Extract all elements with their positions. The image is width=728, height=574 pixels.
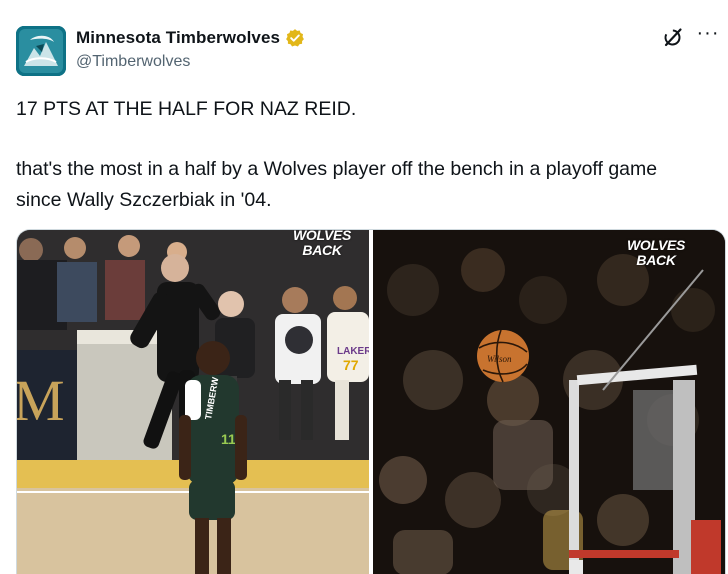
account-info: Minnesota Timberwolves @Timberwolves — [76, 28, 305, 71]
display-name[interactable]: Minnesota Timberwolves — [76, 28, 280, 48]
handle[interactable]: @Timberwolves — [76, 53, 305, 71]
name-row: Minnesota Timberwolves — [76, 28, 305, 48]
fan-jersey-text: LAKER — [337, 346, 369, 357]
watermark-right: WOLVES BACK — [627, 238, 685, 268]
tweet-body: 17 PTS AT THE HALF FOR NAZ REID. that's … — [16, 94, 706, 216]
photo-left-scene: M LAKER 77 TIMBERW 11 — [17, 230, 369, 574]
photo-left[interactable]: M LAKER 77 TIMBERW 11 WOLVES BACK — [17, 230, 369, 574]
tweet-line-2: that's the most in a half by a Wolves pl… — [16, 158, 658, 211]
fan-jersey-number: 77 — [343, 357, 359, 373]
photo-right-scene: Wilson — [373, 230, 725, 574]
tweet-card: Minnesota Timberwolves @Timberwolves ···… — [0, 0, 728, 574]
verified-badge-icon — [286, 29, 304, 47]
more-options-button[interactable]: ··· — [696, 23, 720, 46]
player-jersey-number: 11 — [221, 431, 236, 447]
watermark-left: WOLVES BACK — [293, 230, 351, 258]
timberwolves-logo-icon — [16, 26, 66, 76]
ball-brand-text: Wilson — [487, 354, 512, 364]
media-grid: M LAKER 77 TIMBERW 11 WOLVES BACK Wilson… — [16, 229, 726, 574]
grok-button[interactable] — [662, 26, 684, 48]
tweet-line-1: 17 PTS AT THE HALF FOR NAZ REID. — [16, 98, 357, 120]
watermark-right-line2: BACK — [636, 252, 676, 268]
grok-icon — [664, 28, 682, 47]
avatar[interactable] — [16, 26, 66, 76]
tweet-header: Minnesota Timberwolves @Timberwolves ··· — [16, 23, 720, 76]
watermark-left-line2: BACK — [302, 242, 342, 258]
court-letter: M — [17, 368, 65, 433]
watermark-right-line1: WOLVES — [627, 237, 686, 253]
photo-right[interactable]: Wilson WOLVES BACK — [373, 230, 725, 574]
